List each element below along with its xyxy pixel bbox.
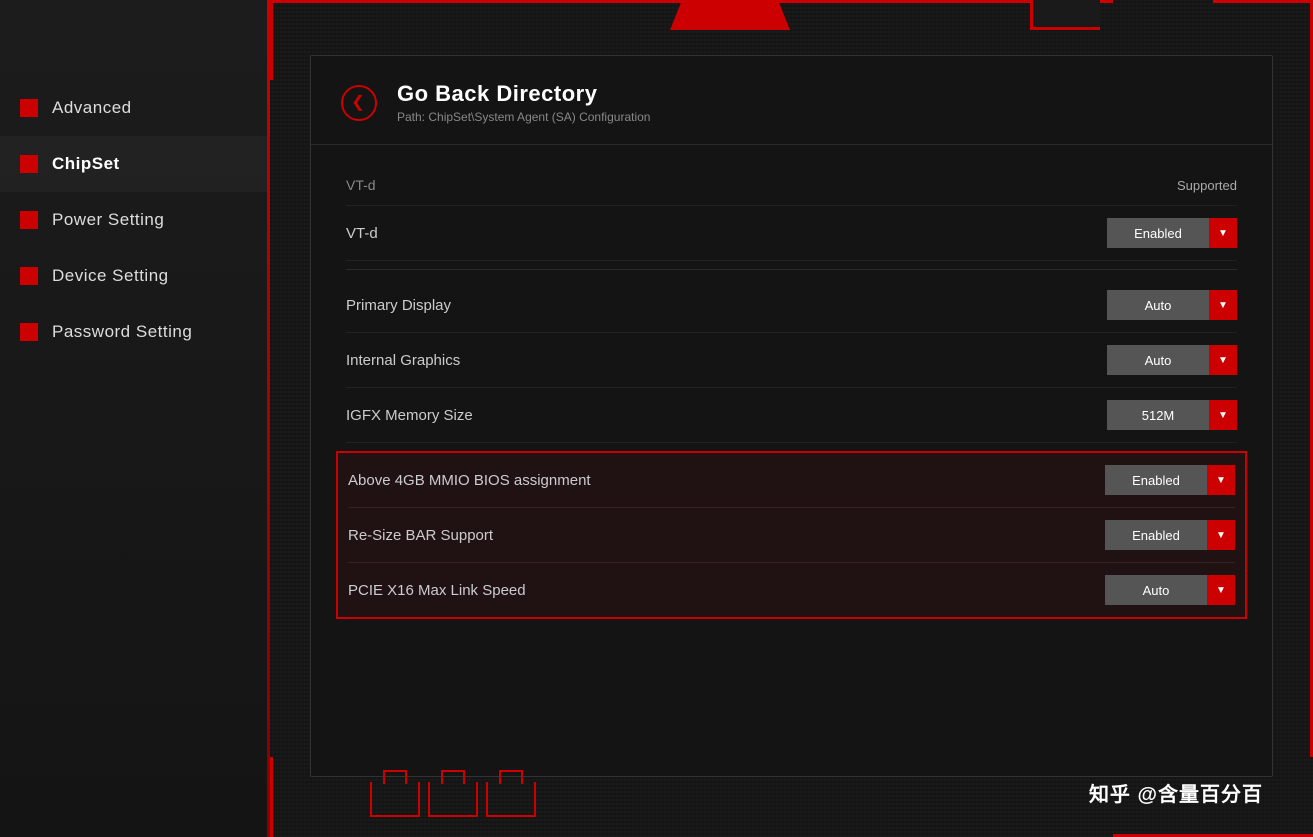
above-4gb-value: Enabled [1105, 473, 1207, 488]
sidebar-item-label-power-setting: Power Setting [52, 210, 164, 230]
watermark: 知乎 @含量百分百 [1089, 778, 1263, 807]
usb-shape-1 [370, 782, 420, 817]
top-notch-decoration [670, 0, 790, 30]
sidebar-item-label-password-setting: Password Setting [52, 322, 192, 342]
above-4gb-dropdown[interactable]: Enabled ▼ [1105, 465, 1235, 495]
vtd-value-row: VT-d Enabled ▼ [346, 206, 1237, 261]
sidebar-item-label-device-setting: Device Setting [52, 266, 169, 286]
resize-bar-label: Re-Size BAR Support [348, 527, 493, 544]
igfx-memory-label: IGFX Memory Size [346, 407, 473, 424]
go-back-path: Path: ChipSet\System Agent (SA) Configur… [397, 110, 650, 124]
sidebar-item-label-advanced: Advanced [52, 98, 132, 118]
vtd-label: VT-d [346, 177, 376, 193]
back-arrow-icon: ❮ [351, 95, 364, 111]
internal-graphics-value: Auto [1107, 353, 1209, 368]
sidebar-item-device-setting[interactable]: Device Setting [0, 248, 269, 304]
igfx-memory-value: 512M [1107, 408, 1209, 423]
top-notch-2-decoration [1030, 0, 1100, 30]
settings-body: VT-d Supported VT-d Enabled ▼ Primary Di… [311, 145, 1272, 647]
go-back-button[interactable]: ❮ [341, 85, 377, 121]
sidebar-indicator [20, 267, 38, 285]
pcie-x16-value: Auto [1105, 583, 1207, 598]
above-4gb-row: Above 4GB MMIO BIOS assignment Enabled ▼ [348, 453, 1235, 508]
resize-bar-row: Re-Size BAR Support Enabled ▼ [348, 508, 1235, 563]
highlighted-section: Above 4GB MMIO BIOS assignment Enabled ▼… [336, 451, 1247, 619]
internal-graphics-dropdown[interactable]: Auto ▼ [1107, 345, 1237, 375]
sidebar: Advanced ChipSet Power Setting Device Se… [0, 0, 270, 837]
primary-display-value: Auto [1107, 298, 1209, 313]
go-back-title: Go Back Directory [397, 81, 650, 107]
content-panel: ❮ Go Back Directory Path: ChipSet\System… [310, 55, 1273, 777]
vtd-dropdown[interactable]: Enabled ▼ [1107, 218, 1237, 248]
resize-bar-value: Enabled [1105, 528, 1207, 543]
primary-display-dropdown[interactable]: Auto ▼ [1107, 290, 1237, 320]
frame-bottom-left-vert [270, 757, 273, 837]
internal-graphics-label: Internal Graphics [346, 352, 460, 369]
bottom-usb-shapes [370, 782, 536, 817]
above-4gb-arrow: ▼ [1207, 465, 1235, 495]
vtd-dropdown-arrow: ▼ [1209, 218, 1237, 248]
vtd-dropdown-value: Enabled [1107, 226, 1209, 241]
sidebar-separator [267, 0, 270, 837]
usb-shape-3 [486, 782, 536, 817]
sidebar-indicator [20, 323, 38, 341]
igfx-memory-row: IGFX Memory Size 512M ▼ [346, 388, 1237, 443]
pcie-x16-row: PCIE X16 Max Link Speed Auto ▼ [348, 563, 1235, 617]
sidebar-indicator [20, 99, 38, 117]
igfx-memory-arrow: ▼ [1209, 400, 1237, 430]
sidebar-item-label-chipset: ChipSet [52, 154, 120, 174]
vtd-status: Supported [1177, 178, 1237, 193]
divider-1 [346, 269, 1237, 270]
sidebar-item-chipset[interactable]: ChipSet [0, 136, 269, 192]
primary-display-arrow: ▼ [1209, 290, 1237, 320]
vtd-header-row: VT-d Supported [346, 165, 1237, 206]
resize-bar-arrow: ▼ [1207, 520, 1235, 550]
pcie-x16-label: PCIE X16 Max Link Speed [348, 582, 526, 599]
usb-shape-2 [428, 782, 478, 817]
primary-display-row: Primary Display Auto ▼ [346, 278, 1237, 333]
primary-display-label: Primary Display [346, 297, 451, 314]
go-back-info: Go Back Directory Path: ChipSet\System A… [397, 81, 650, 124]
sidebar-indicator [20, 211, 38, 229]
sidebar-item-power-setting[interactable]: Power Setting [0, 192, 269, 248]
vtd-row-label: VT-d [346, 225, 378, 242]
igfx-memory-dropdown[interactable]: 512M ▼ [1107, 400, 1237, 430]
pcie-x16-dropdown[interactable]: Auto ▼ [1105, 575, 1235, 605]
above-4gb-label: Above 4GB MMIO BIOS assignment [348, 472, 591, 489]
watermark-text: 知乎 @含量百分百 [1089, 784, 1263, 806]
sidebar-item-password-setting[interactable]: Password Setting [0, 304, 269, 360]
sidebar-indicator [20, 155, 38, 173]
frame-corner-top-left [270, 0, 350, 80]
internal-graphics-row: Internal Graphics Auto ▼ [346, 333, 1237, 388]
frame-corner-top-right [1113, 0, 1313, 80]
sidebar-item-advanced[interactable]: Advanced [0, 80, 269, 136]
resize-bar-dropdown[interactable]: Enabled ▼ [1105, 520, 1235, 550]
pcie-x16-arrow: ▼ [1207, 575, 1235, 605]
internal-graphics-arrow: ▼ [1209, 345, 1237, 375]
